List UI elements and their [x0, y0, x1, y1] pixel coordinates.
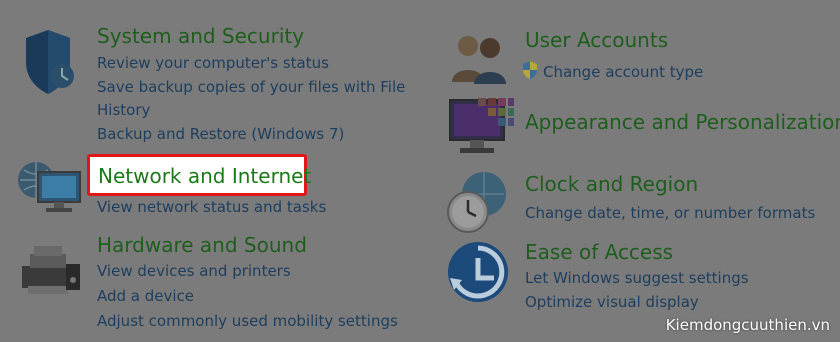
system-security-title[interactable]: System and Security: [97, 24, 304, 48]
network-globe-icon: [16, 158, 86, 224]
network-internet-title[interactable]: Network and Internet: [98, 164, 311, 188]
view-devices-link[interactable]: View devices and printers: [97, 261, 291, 281]
watermark-text: Kiemdongcuuthien.vn: [665, 316, 830, 334]
review-status-link[interactable]: Review your computer's status: [97, 53, 329, 73]
optimize-display-link[interactable]: Optimize visual display: [525, 292, 699, 312]
user-accounts-title[interactable]: User Accounts: [525, 28, 668, 52]
mobility-settings-link[interactable]: Adjust commonly used mobility settings: [97, 311, 398, 331]
shield-icon: [18, 26, 78, 102]
appearance-title[interactable]: Appearance and Personalization: [525, 110, 840, 134]
view-network-status-link[interactable]: View network status and tasks: [97, 197, 326, 217]
save-backup-link[interactable]: Save backup copies of your files with Fi…: [97, 77, 405, 97]
windows-suggest-link[interactable]: Let Windows suggest settings: [525, 268, 749, 288]
add-device-link[interactable]: Add a device: [97, 286, 194, 306]
printer-icon: [16, 240, 86, 310]
clock-globe-icon: [444, 170, 510, 240]
network-internet-highlight[interactable]: Network and Internet: [87, 154, 311, 196]
clock-region-title[interactable]: Clock and Region: [525, 172, 698, 196]
save-backup-link-cont[interactable]: History: [97, 100, 150, 120]
hardware-sound-title[interactable]: Hardware and Sound: [97, 233, 307, 257]
uac-shield-icon: [521, 60, 539, 85]
ease-of-access-icon: [446, 240, 510, 308]
users-icon: [448, 30, 512, 90]
change-account-type-label: Change account type: [543, 63, 704, 81]
change-account-type-link[interactable]: Change account type: [521, 60, 703, 85]
backup-restore-link[interactable]: Backup and Restore (Windows 7): [97, 124, 344, 144]
ease-of-access-title[interactable]: Ease of Access: [525, 240, 673, 264]
monitor-palette-icon: [446, 96, 516, 162]
change-date-formats-link[interactable]: Change date, time, or number formats: [525, 203, 815, 223]
